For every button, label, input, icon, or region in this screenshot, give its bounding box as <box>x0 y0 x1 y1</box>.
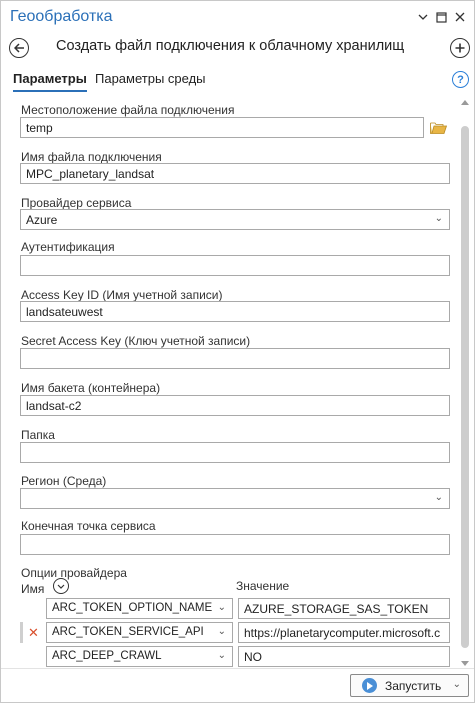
run-button[interactable]: Запустить ⌄ <box>350 674 469 697</box>
help-icon[interactable]: ? <box>452 71 469 88</box>
chevron-down-icon: ⌄ <box>434 492 443 503</box>
geoprocessing-pane: Геообработка Создать файл подключения к … <box>0 0 475 703</box>
tab-environments[interactable]: Параметры среды <box>95 71 206 86</box>
run-button-label: Запустить <box>385 679 442 693</box>
vertical-scrollbar[interactable] <box>460 100 470 666</box>
auth-label: Аутентификация <box>21 240 115 254</box>
folder-icon[interactable] <box>430 121 448 134</box>
chevron-down-icon[interactable]: ⌄ <box>453 679 461 690</box>
options-col-value: Значение <box>236 579 290 593</box>
play-icon <box>362 678 377 693</box>
access-key-label: Access Key ID (Имя учетной записи) <box>21 288 223 302</box>
chevron-down-icon: ⌄ <box>217 602 226 613</box>
option-value-cell[interactable]: NO <box>238 646 450 667</box>
file-name-label: Имя файла подключения <box>21 150 162 164</box>
pane-titlebar: Геообработка <box>1 1 474 34</box>
bucket-label: Имя бакета (контейнера) <box>21 381 161 395</box>
option-name-cell[interactable]: ARC_TOKEN_OPTION_NAME ⌄ <box>46 598 233 619</box>
scroll-down-icon[interactable] <box>461 661 469 666</box>
folder-field[interactable] <box>20 442 450 463</box>
location-label: Местоположение файла подключения <box>21 103 235 117</box>
footer-divider <box>1 668 474 669</box>
provider-label: Провайдер сервиса <box>21 196 132 210</box>
chevron-down-icon: ⌄ <box>434 213 443 224</box>
endpoint-field[interactable] <box>20 534 450 555</box>
tab-environments-label: Параметры среды <box>95 71 206 86</box>
auth-field[interactable] <box>20 255 450 276</box>
region-label: Регион (Среда) <box>21 474 107 488</box>
chevron-down-icon: ⌄ <box>217 626 226 637</box>
bucket-field[interactable]: landsat-c2 <box>20 395 450 416</box>
delete-row-icon[interactable]: ✕ <box>28 625 39 641</box>
options-col-name: Имя <box>21 582 45 596</box>
sort-chevron-icon[interactable] <box>53 578 69 594</box>
tool-header: Создать файл подключения к облачному хра… <box>1 34 474 64</box>
options-label: Опции провайдера <box>21 566 127 580</box>
option-value-cell[interactable]: AZURE_STORAGE_SAS_TOKEN <box>238 598 450 619</box>
active-tab-indicator <box>13 90 87 92</box>
scroll-up-icon[interactable] <box>461 100 469 105</box>
tab-parameters[interactable]: Параметры <box>13 71 87 92</box>
region-select[interactable]: ⌄ <box>20 488 450 509</box>
scroll-thumb[interactable] <box>461 126 469 648</box>
tab-bar: Параметры Параметры среды <box>1 67 474 95</box>
location-field[interactable]: temp <box>20 117 424 138</box>
file-name-field[interactable]: MPC_planetary_landsat <box>20 163 450 184</box>
back-arrow-icon[interactable] <box>9 38 29 58</box>
restore-icon[interactable] <box>434 10 448 24</box>
option-name-text: ARC_TOKEN_SERVICE_API <box>52 626 204 638</box>
provider-select[interactable]: Azure ⌄ <box>20 209 450 230</box>
row-selection-marker <box>20 622 23 643</box>
access-key-field[interactable]: landsateuwest <box>20 301 450 322</box>
option-value-cell[interactable]: https://planetarycomputer.microsoft.c <box>238 622 450 643</box>
tool-title: Создать файл подключения к облачному хра… <box>56 38 405 54</box>
provider-value: Azure <box>26 213 58 227</box>
option-name-cell[interactable]: ARC_DEEP_CRAWL ⌄ <box>46 646 233 667</box>
pane-title: Геообработка <box>10 8 113 25</box>
add-icon[interactable] <box>450 38 470 58</box>
option-name-cell[interactable]: ARC_TOKEN_SERVICE_API ⌄ <box>46 622 233 643</box>
tab-parameters-label: Параметры <box>13 71 87 86</box>
secret-key-label: Secret Access Key (Ключ учетной записи) <box>21 334 251 348</box>
secret-key-field[interactable] <box>20 348 450 369</box>
folder-label: Папка <box>21 428 55 442</box>
option-name-text: ARC_DEEP_CRAWL <box>52 650 162 662</box>
chevron-down-icon: ⌄ <box>217 650 226 661</box>
option-name-text: ARC_TOKEN_OPTION_NAME <box>52 602 213 614</box>
chevron-down-icon[interactable] <box>416 10 430 24</box>
close-icon[interactable] <box>453 10 467 24</box>
endpoint-label: Конечная точка сервиса <box>21 519 156 533</box>
